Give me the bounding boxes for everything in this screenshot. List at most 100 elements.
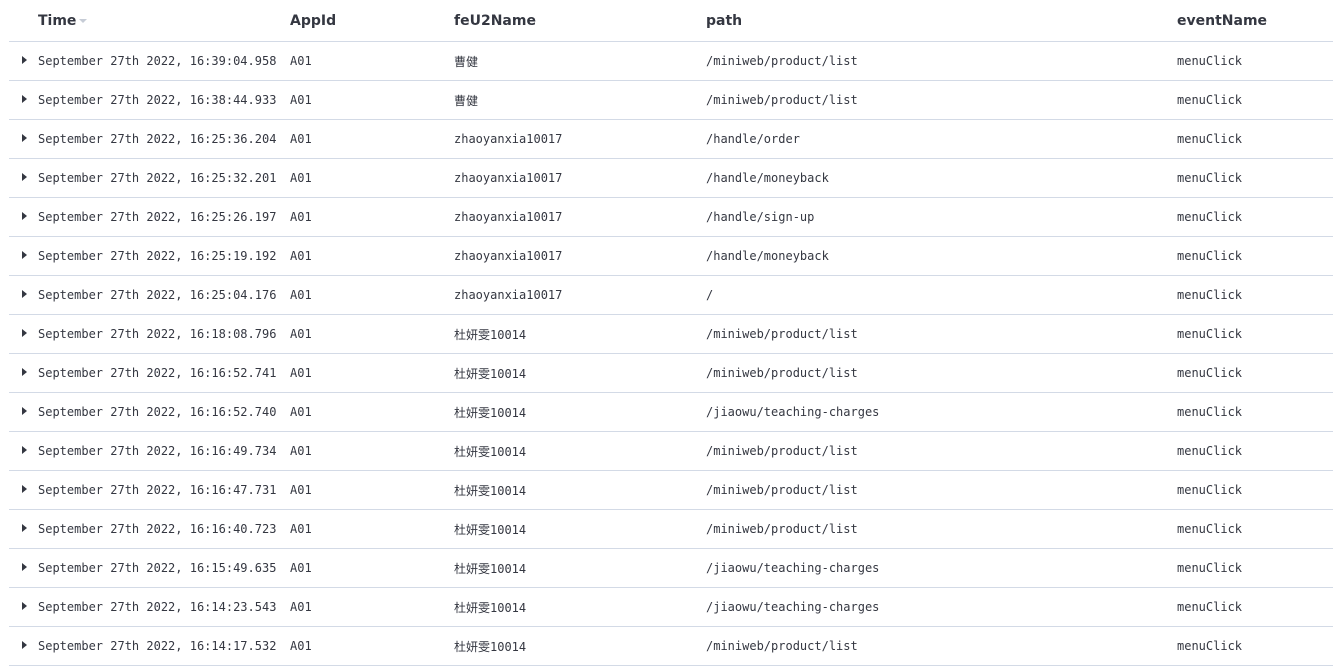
- table-row: September 27th 2022, 16:16:40.723 A01 杜妍雯1…: [9, 509, 1333, 549]
- table-row: September 27th 2022, 16:14:17.532 A01 杜妍雯1…: [9, 626, 1333, 666]
- expand-row-button[interactable]: [17, 443, 31, 457]
- expand-row-button[interactable]: [17, 209, 31, 223]
- column-header-eventname[interactable]: eventName: [1177, 0, 1333, 42]
- cell-eventname: menuClick: [1177, 392, 1333, 432]
- expand-row-button[interactable]: [17, 560, 31, 574]
- expand-row-button[interactable]: [17, 638, 31, 652]
- cell-time: September 27th 2022, 16:16:47.731: [38, 470, 290, 510]
- cell-eventname: menuClick: [1177, 41, 1333, 81]
- cell-path: /miniweb/product/list: [706, 41, 1177, 81]
- caret-right-icon: [21, 484, 27, 493]
- cell-feu2name: zhaoyanxia10017: [454, 275, 706, 315]
- column-header-time-label: Time: [38, 12, 77, 29]
- cell-eventname: menuClick: [1177, 236, 1333, 276]
- table-row: September 27th 2022, 16:14:23.543 A01 杜妍雯1…: [9, 587, 1333, 627]
- caret-right-icon: [21, 523, 27, 532]
- expand-row-button[interactable]: [17, 131, 31, 145]
- caret-right-icon: [21, 133, 27, 142]
- cell-time: September 27th 2022, 16:18:08.796: [38, 314, 290, 354]
- table-row: September 27th 2022, 16:38:44.933 A01 曹健/m…: [9, 80, 1333, 120]
- cell-appid: A01: [290, 353, 454, 393]
- row-expand-cell: [9, 275, 38, 315]
- row-expand-cell: [9, 197, 38, 237]
- table-row: September 27th 2022, 16:16:52.740 A01 杜妍雯1…: [9, 392, 1333, 432]
- cell-path: /: [706, 275, 1177, 315]
- row-expand-cell: [9, 548, 38, 588]
- column-header-path[interactable]: path: [706, 0, 1177, 42]
- cell-eventname: menuClick: [1177, 197, 1333, 237]
- caret-right-icon: [21, 367, 27, 376]
- cell-feu2name: 杜妍雯10014: [454, 353, 706, 393]
- row-expand-cell: [9, 236, 38, 276]
- row-expand-cell: [9, 626, 38, 666]
- row-expand-cell: [9, 158, 38, 198]
- table-row: September 27th 2022, 16:25:32.201 A01 zhao…: [9, 158, 1333, 198]
- cell-eventname: menuClick: [1177, 353, 1333, 393]
- table-row: September 27th 2022, 16:25:26.197 A01 zhao…: [9, 197, 1333, 237]
- cell-feu2name: 杜妍雯10014: [454, 509, 706, 549]
- cell-time: September 27th 2022, 16:25:26.197: [38, 197, 290, 237]
- expand-row-button[interactable]: [17, 170, 31, 184]
- column-header-appid[interactable]: AppId: [290, 0, 454, 42]
- caret-right-icon: [21, 640, 27, 649]
- expand-row-button[interactable]: [17, 404, 31, 418]
- column-header-feu2name[interactable]: feU2Name: [454, 0, 706, 42]
- row-expand-cell: [9, 353, 38, 393]
- caret-right-icon: [21, 601, 27, 610]
- caret-right-icon: [21, 562, 27, 571]
- cell-eventname: menuClick: [1177, 587, 1333, 627]
- caret-right-icon: [21, 406, 27, 415]
- cell-time: September 27th 2022, 16:16:52.740: [38, 392, 290, 432]
- cell-eventname: menuClick: [1177, 431, 1333, 471]
- cell-feu2name: 杜妍雯10014: [454, 431, 706, 471]
- table-row: September 27th 2022, 16:25:04.176 A01 zhao…: [9, 275, 1333, 315]
- cell-appid: A01: [290, 314, 454, 354]
- cell-path: /miniweb/product/list: [706, 470, 1177, 510]
- cell-path: /miniweb/product/list: [706, 353, 1177, 393]
- cell-eventname: menuClick: [1177, 626, 1333, 666]
- cell-time: September 27th 2022, 16:25:36.204: [38, 119, 290, 159]
- cell-feu2name: 杜妍雯10014: [454, 392, 706, 432]
- row-expand-cell: [9, 314, 38, 354]
- table-row: September 27th 2022, 16:16:49.734 A01 杜妍雯1…: [9, 431, 1333, 471]
- expand-row-button[interactable]: [17, 248, 31, 262]
- cell-feu2name: zhaoyanxia10017: [454, 119, 706, 159]
- cell-time: September 27th 2022, 16:16:49.734: [38, 431, 290, 471]
- expand-row-button[interactable]: [17, 599, 31, 613]
- cell-path: /miniweb/product/list: [706, 80, 1177, 120]
- cell-time: September 27th 2022, 16:39:04.958: [38, 41, 290, 81]
- expand-row-button[interactable]: [17, 53, 31, 67]
- cell-time: September 27th 2022, 16:38:44.933: [38, 80, 290, 120]
- cell-appid: A01: [290, 80, 454, 120]
- expand-row-button[interactable]: [17, 92, 31, 106]
- cell-path: /handle/moneyback: [706, 236, 1177, 276]
- column-header-time[interactable]: Time: [38, 0, 290, 42]
- cell-time: September 27th 2022, 16:16:40.723: [38, 509, 290, 549]
- cell-time: September 27th 2022, 16:25:04.176: [38, 275, 290, 315]
- caret-right-icon: [21, 250, 27, 259]
- expand-row-button[interactable]: [17, 287, 31, 301]
- cell-feu2name: 杜妍雯10014: [454, 587, 706, 627]
- expand-row-button[interactable]: [17, 521, 31, 535]
- cell-feu2name: zhaoyanxia10017: [454, 236, 706, 276]
- cell-eventname: menuClick: [1177, 314, 1333, 354]
- cell-path: /miniweb/product/list: [706, 509, 1177, 549]
- row-expand-cell: [9, 80, 38, 120]
- expand-row-button[interactable]: [17, 482, 31, 496]
- expand-row-button[interactable]: [17, 365, 31, 379]
- cell-time: September 27th 2022, 16:14:23.543: [38, 587, 290, 627]
- row-expand-cell: [9, 509, 38, 549]
- cell-appid: A01: [290, 626, 454, 666]
- cell-path: /jiaowu/teaching-charges: [706, 392, 1177, 432]
- row-expand-cell: [9, 431, 38, 471]
- sort-descending-icon[interactable]: [79, 18, 88, 23]
- cell-feu2name: zhaoyanxia10017: [454, 197, 706, 237]
- cell-path: /handle/moneyback: [706, 158, 1177, 198]
- expand-row-button[interactable]: [17, 326, 31, 340]
- cell-path: /miniweb/product/list: [706, 626, 1177, 666]
- table-row: September 27th 2022, 16:25:19.192 A01 zhao…: [9, 236, 1333, 276]
- cell-time: September 27th 2022, 16:16:52.741: [38, 353, 290, 393]
- cell-feu2name: 曹健: [454, 80, 706, 120]
- table-row: September 27th 2022, 16:39:04.958 A01 曹健/m…: [9, 41, 1333, 81]
- cell-appid: A01: [290, 392, 454, 432]
